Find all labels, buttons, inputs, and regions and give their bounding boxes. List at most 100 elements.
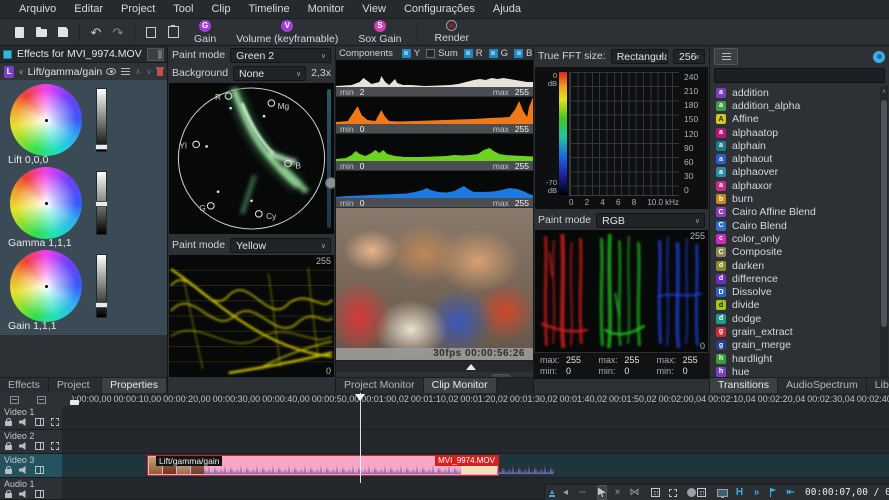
open-project-button[interactable] <box>30 22 52 42</box>
audio-filter-button[interactable]: V Volume (keyframable) <box>236 20 338 45</box>
panel-toggle-button[interactable] <box>147 48 164 61</box>
right-panel-tab[interactable]: Library <box>867 378 889 393</box>
new-project-button[interactable] <box>8 22 30 42</box>
insert-left-button[interactable]: ◂ <box>559 486 572 499</box>
marker-button[interactable] <box>767 486 780 499</box>
save-project-button[interactable] <box>52 22 74 42</box>
menu-item[interactable]: Clip <box>202 3 239 15</box>
copy-button[interactable] <box>140 22 162 42</box>
scrollbar-thumb[interactable] <box>881 100 887 327</box>
menu-item[interactable]: Tool <box>164 3 202 15</box>
compositor-list-item[interactable]: d dodge <box>716 312 889 325</box>
redo-button[interactable]: ↷ <box>107 22 129 42</box>
left-panel-tab[interactable]: Project Bin <box>49 378 102 393</box>
menu-item[interactable]: Editar <box>65 3 112 15</box>
component-checkbox[interactable]: R <box>464 48 483 59</box>
compositor-list-item[interactable]: a alphaover <box>716 166 889 179</box>
audio-filter-button[interactable]: S Sox Gain <box>358 20 401 45</box>
waveform-paint-mode-dropdown[interactable]: Yellow <box>230 238 331 253</box>
playhead[interactable] <box>360 393 361 483</box>
menu-item[interactable]: Project <box>112 3 164 15</box>
compositor-scrollbar[interactable]: ∧ ∨ <box>880 86 888 393</box>
monitor-tab[interactable]: Project Monitor <box>336 378 424 393</box>
move-down-icon[interactable]: ∨ <box>146 68 152 76</box>
undo-button[interactable]: ↶ <box>85 22 107 42</box>
luma-slider[interactable] <box>96 171 107 235</box>
mute-icon[interactable] <box>19 490 28 498</box>
left-panel-tab[interactable]: Properties <box>102 378 167 393</box>
track-lane-video1[interactable] <box>62 406 889 430</box>
fft-window-dropdown[interactable]: Rectangular window <box>611 49 668 64</box>
paint-mode-dropdown[interactable]: Green 2 <box>230 48 331 63</box>
monitor-scrub-bar[interactable] <box>336 360 533 372</box>
menu-item[interactable]: Monitor <box>299 3 354 15</box>
eject-tool-button[interactable]: ▴ <box>549 488 555 497</box>
component-checkbox[interactable]: G <box>489 48 508 59</box>
right-panel-tab[interactable]: AudioSpectrum <box>778 378 867 393</box>
luma-slider[interactable] <box>96 254 107 318</box>
lock-icon[interactable] <box>5 469 12 474</box>
mute-icon[interactable] <box>19 442 28 450</box>
snapping-button[interactable]: H <box>733 486 746 499</box>
checkbox-icon[interactable] <box>464 49 473 58</box>
checkbox-icon[interactable] <box>402 49 411 58</box>
monitor-toggle-button[interactable] <box>716 486 729 499</box>
scope-scrollbar-handle[interactable] <box>325 177 335 189</box>
component-checkbox[interactable]: B <box>514 48 532 59</box>
overwrite-range-button[interactable]: -- <box>576 486 589 499</box>
parade-paint-mode-dropdown[interactable]: RGB <box>596 213 705 228</box>
playhead-marker[interactable] <box>355 394 365 401</box>
track-output-icon[interactable] <box>51 418 59 426</box>
compositor-list-item[interactable]: a addition_alpha <box>716 99 889 112</box>
track-header-video2[interactable]: Video 2 <box>0 430 62 454</box>
scroll-position-chip[interactable] <box>70 400 79 405</box>
roll-tool-button[interactable]: ⋈ <box>628 486 641 499</box>
timeline-zoom-icon[interactable] <box>10 396 19 404</box>
compositor-list-item[interactable]: a alphaout <box>716 152 889 165</box>
luma-slider-handle[interactable] <box>95 144 108 150</box>
component-checkbox[interactable]: Sum <box>426 48 458 59</box>
compositor-search-input[interactable] <box>714 68 885 83</box>
track-split-icon[interactable] <box>35 466 44 474</box>
mute-icon[interactable] <box>19 418 28 426</box>
compositor-list-item[interactable]: D Dissolve <box>716 285 889 298</box>
track-header-video3[interactable]: Video 3 <box>0 454 62 478</box>
timeline-ruler[interactable]: 00:00:00,0000:00:10,0000:00:20,0000:00:3… <box>0 393 889 407</box>
menu-item[interactable]: Ajuda <box>484 3 530 15</box>
pointer-tool-button[interactable] <box>597 485 607 500</box>
compositor-list-item[interactable]: C Composite <box>716 246 889 259</box>
right-panel-tab[interactable]: Transitions <box>710 378 778 393</box>
effect-row[interactable]: L ∨ Lift/gamma/gain ∧ ∨ <box>0 63 167 81</box>
compositors-menu-button[interactable] <box>714 48 738 65</box>
luma-slider-handle[interactable] <box>95 302 108 308</box>
checkbox-icon[interactable] <box>514 49 523 58</box>
compositor-list-item[interactable]: d difference <box>716 272 889 285</box>
scope-scrollbar[interactable] <box>327 89 331 228</box>
menu-item[interactable]: Arquivo <box>10 3 65 15</box>
track-split-icon[interactable] <box>35 418 44 426</box>
compositor-list-item[interactable]: g grain_extract <box>716 325 889 338</box>
lock-icon[interactable] <box>5 445 12 450</box>
compositor-list-item[interactable]: h hardlight <box>716 352 889 365</box>
track-lane-video3[interactable]: Lift/gamma/gain MVI_9974.MOV <box>62 454 889 478</box>
menu-item[interactable]: Timeline <box>239 3 298 15</box>
menu-item[interactable]: Configurações <box>395 3 484 15</box>
track-header-video1[interactable]: Video 1 <box>0 406 62 430</box>
compositor-list-item[interactable]: b burn <box>716 192 889 205</box>
lock-icon[interactable] <box>5 421 12 426</box>
compositor-list-item[interactable]: a alphaatop <box>716 126 889 139</box>
compositor-list-item[interactable]: C Cairo Affine Blend <box>716 206 889 219</box>
zoom-out-button[interactable] <box>649 486 662 499</box>
compositor-list-item[interactable]: a alphaxor <box>716 179 889 192</box>
lock-icon[interactable] <box>5 493 12 498</box>
render-button[interactable]: Render <box>435 20 469 44</box>
eye-icon[interactable] <box>106 68 116 75</box>
track-split-icon[interactable] <box>35 442 44 450</box>
chevron-down-icon[interactable]: ∨ <box>18 68 23 76</box>
track-output-icon[interactable] <box>51 442 59 450</box>
menu-icon[interactable] <box>121 68 130 75</box>
compositor-list-item[interactable]: g grain_merge <box>716 339 889 352</box>
luma-slider[interactable] <box>96 88 107 152</box>
left-panel-tab[interactable]: Effects <box>0 378 49 393</box>
audio-filter-button[interactable]: G Gain <box>194 20 216 45</box>
